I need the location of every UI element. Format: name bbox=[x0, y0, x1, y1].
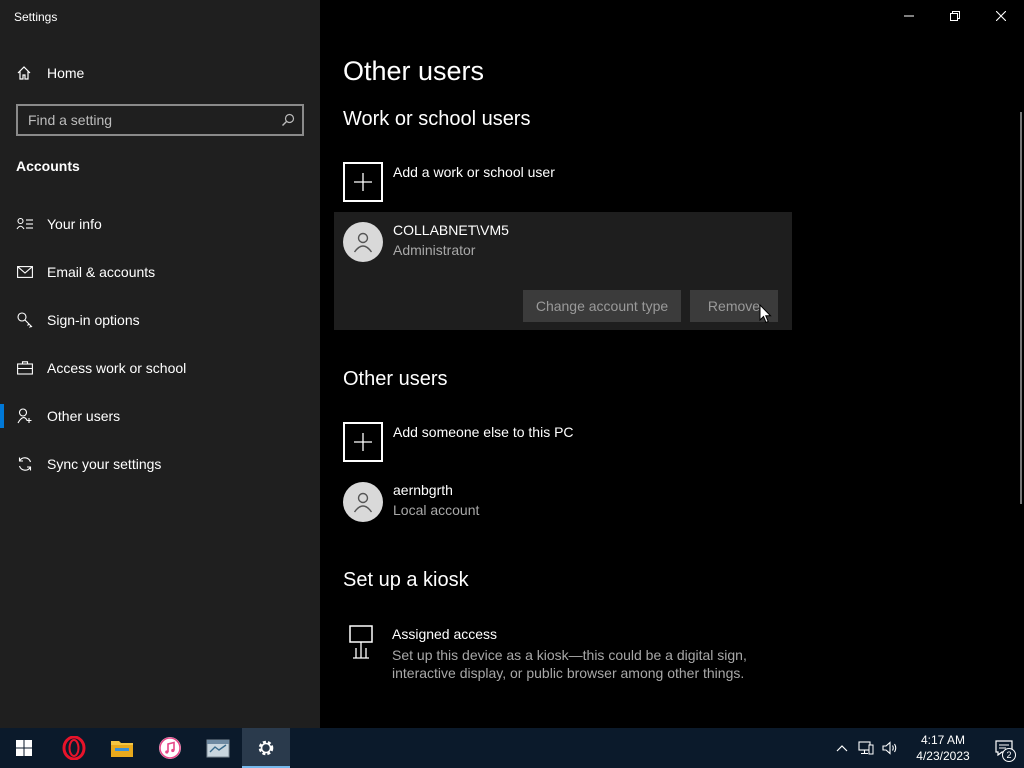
add-someone-else-button[interactable]: Add someone else to this PC bbox=[343, 422, 574, 462]
add-work-school-user-button[interactable]: Add a work or school user bbox=[343, 162, 555, 202]
accounts-nav: Your info Email & accounts Sign-in optio… bbox=[0, 200, 320, 488]
network-icon bbox=[858, 741, 874, 755]
start-button[interactable] bbox=[0, 728, 48, 768]
page-title: Other users bbox=[343, 56, 485, 86]
minimize-icon bbox=[904, 15, 914, 17]
app-title: Settings bbox=[14, 10, 58, 24]
contact-card-icon bbox=[16, 215, 34, 233]
restore-icon bbox=[950, 11, 960, 21]
sidebar-item-access-work-school[interactable]: Access work or school bbox=[0, 344, 320, 392]
home-icon bbox=[17, 66, 31, 80]
mail-icon bbox=[16, 263, 34, 281]
home-nav-item[interactable]: Home bbox=[16, 62, 84, 84]
key-icon bbox=[16, 311, 34, 329]
work-user-card[interactable]: COLLABNET\VM5 Administrator Change accou… bbox=[334, 212, 792, 330]
app-window-icon bbox=[206, 739, 230, 758]
local-user-name: aernbgrth bbox=[393, 482, 453, 498]
add-work-school-user-label: Add a work or school user bbox=[393, 164, 555, 180]
action-center-button[interactable]: 2 bbox=[984, 728, 1024, 768]
system-tray: 4:17 AM 4/23/2023 2 bbox=[830, 728, 1024, 768]
settings-sidebar: Settings Home Accounts Your info Email bbox=[0, 0, 320, 728]
briefcase-icon bbox=[16, 359, 34, 377]
gear-icon bbox=[258, 740, 274, 756]
windows-logo-icon bbox=[16, 740, 32, 756]
sidebar-item-your-info[interactable]: Your info bbox=[0, 200, 320, 248]
sidebar-item-other-users[interactable]: Other users bbox=[0, 392, 320, 440]
kiosk-heading: Set up a kiosk bbox=[343, 569, 469, 591]
sidebar-item-label: Your info bbox=[47, 216, 102, 232]
taskbar-settings[interactable] bbox=[242, 728, 290, 768]
person-icon bbox=[353, 492, 373, 513]
search-box[interactable] bbox=[16, 104, 304, 136]
sidebar-item-label: Sign-in options bbox=[47, 312, 140, 328]
sidebar-item-label: Other users bbox=[47, 408, 121, 424]
sync-icon bbox=[16, 455, 34, 473]
notification-count-badge: 2 bbox=[1002, 748, 1016, 762]
assigned-access-title: Assigned access bbox=[392, 626, 498, 642]
add-person-icon bbox=[16, 407, 34, 425]
chevron-up-icon bbox=[836, 745, 848, 752]
work-user-row: COLLABNET\VM5 Administrator bbox=[343, 222, 509, 262]
assigned-access-link[interactable]: Assigned access Set up this device as a … bbox=[348, 624, 772, 682]
main-content: Other users Work or school users Add a w… bbox=[320, 0, 1024, 728]
sidebar-item-sync-settings[interactable]: Sync your settings bbox=[0, 440, 320, 488]
volume-button[interactable] bbox=[878, 728, 902, 768]
taskbar-clock[interactable]: 4:17 AM 4/23/2023 bbox=[902, 732, 984, 764]
sidebar-item-label: Access work or school bbox=[47, 360, 187, 376]
assigned-access-description: Set up this device as a kiosk—this could… bbox=[392, 647, 747, 681]
itunes-icon bbox=[159, 737, 181, 759]
add-someone-else-label: Add someone else to this PC bbox=[393, 424, 574, 440]
work-school-heading: Work or school users bbox=[343, 108, 531, 130]
taskbar-file-explorer[interactable] bbox=[98, 728, 146, 768]
change-account-type-button[interactable]: Change account type bbox=[523, 290, 681, 322]
local-user-role: Local account bbox=[393, 502, 480, 518]
speaker-icon bbox=[882, 741, 897, 755]
person-icon bbox=[353, 232, 373, 253]
sidebar-item-email-accounts[interactable]: Email & accounts bbox=[0, 248, 320, 296]
other-users-heading: Other users bbox=[343, 368, 448, 390]
close-button[interactable] bbox=[978, 0, 1024, 32]
work-user-name: COLLABNET\VM5 bbox=[393, 222, 509, 238]
kiosk-icon bbox=[348, 624, 374, 682]
plus-icon bbox=[343, 162, 383, 202]
home-label: Home bbox=[47, 65, 85, 81]
search-input[interactable] bbox=[18, 112, 274, 128]
opera-icon bbox=[62, 736, 86, 760]
clock-date: 4/23/2023 bbox=[916, 749, 970, 763]
clock-time: 4:17 AM bbox=[920, 733, 966, 747]
work-user-role: Administrator bbox=[393, 242, 476, 258]
close-icon bbox=[996, 11, 1006, 21]
taskbar: 4:17 AM 4/23/2023 2 bbox=[0, 728, 1024, 768]
window-controls bbox=[886, 0, 1024, 32]
sidebar-item-label: Sync your settings bbox=[47, 456, 162, 472]
sidebar-item-sign-in-options[interactable]: Sign-in options bbox=[0, 296, 320, 344]
local-user-row[interactable]: aernbgrth Local account bbox=[343, 482, 479, 522]
network-button[interactable] bbox=[854, 728, 878, 768]
minimize-button[interactable] bbox=[886, 0, 932, 32]
show-hidden-icons-button[interactable] bbox=[830, 728, 854, 768]
section-label-accounts: Accounts bbox=[16, 158, 80, 174]
restore-button[interactable] bbox=[932, 0, 978, 32]
mouse-cursor-icon bbox=[759, 304, 772, 324]
taskbar-itunes[interactable] bbox=[146, 728, 194, 768]
avatar bbox=[343, 222, 383, 262]
folder-icon bbox=[111, 741, 133, 757]
plus-icon bbox=[343, 422, 383, 462]
taskbar-opera[interactable] bbox=[50, 728, 98, 768]
sidebar-item-label: Email & accounts bbox=[47, 264, 156, 280]
scrollbar[interactable] bbox=[1020, 112, 1022, 504]
search-icon[interactable] bbox=[274, 113, 302, 127]
avatar bbox=[343, 482, 383, 522]
taskbar-app[interactable] bbox=[194, 728, 242, 768]
